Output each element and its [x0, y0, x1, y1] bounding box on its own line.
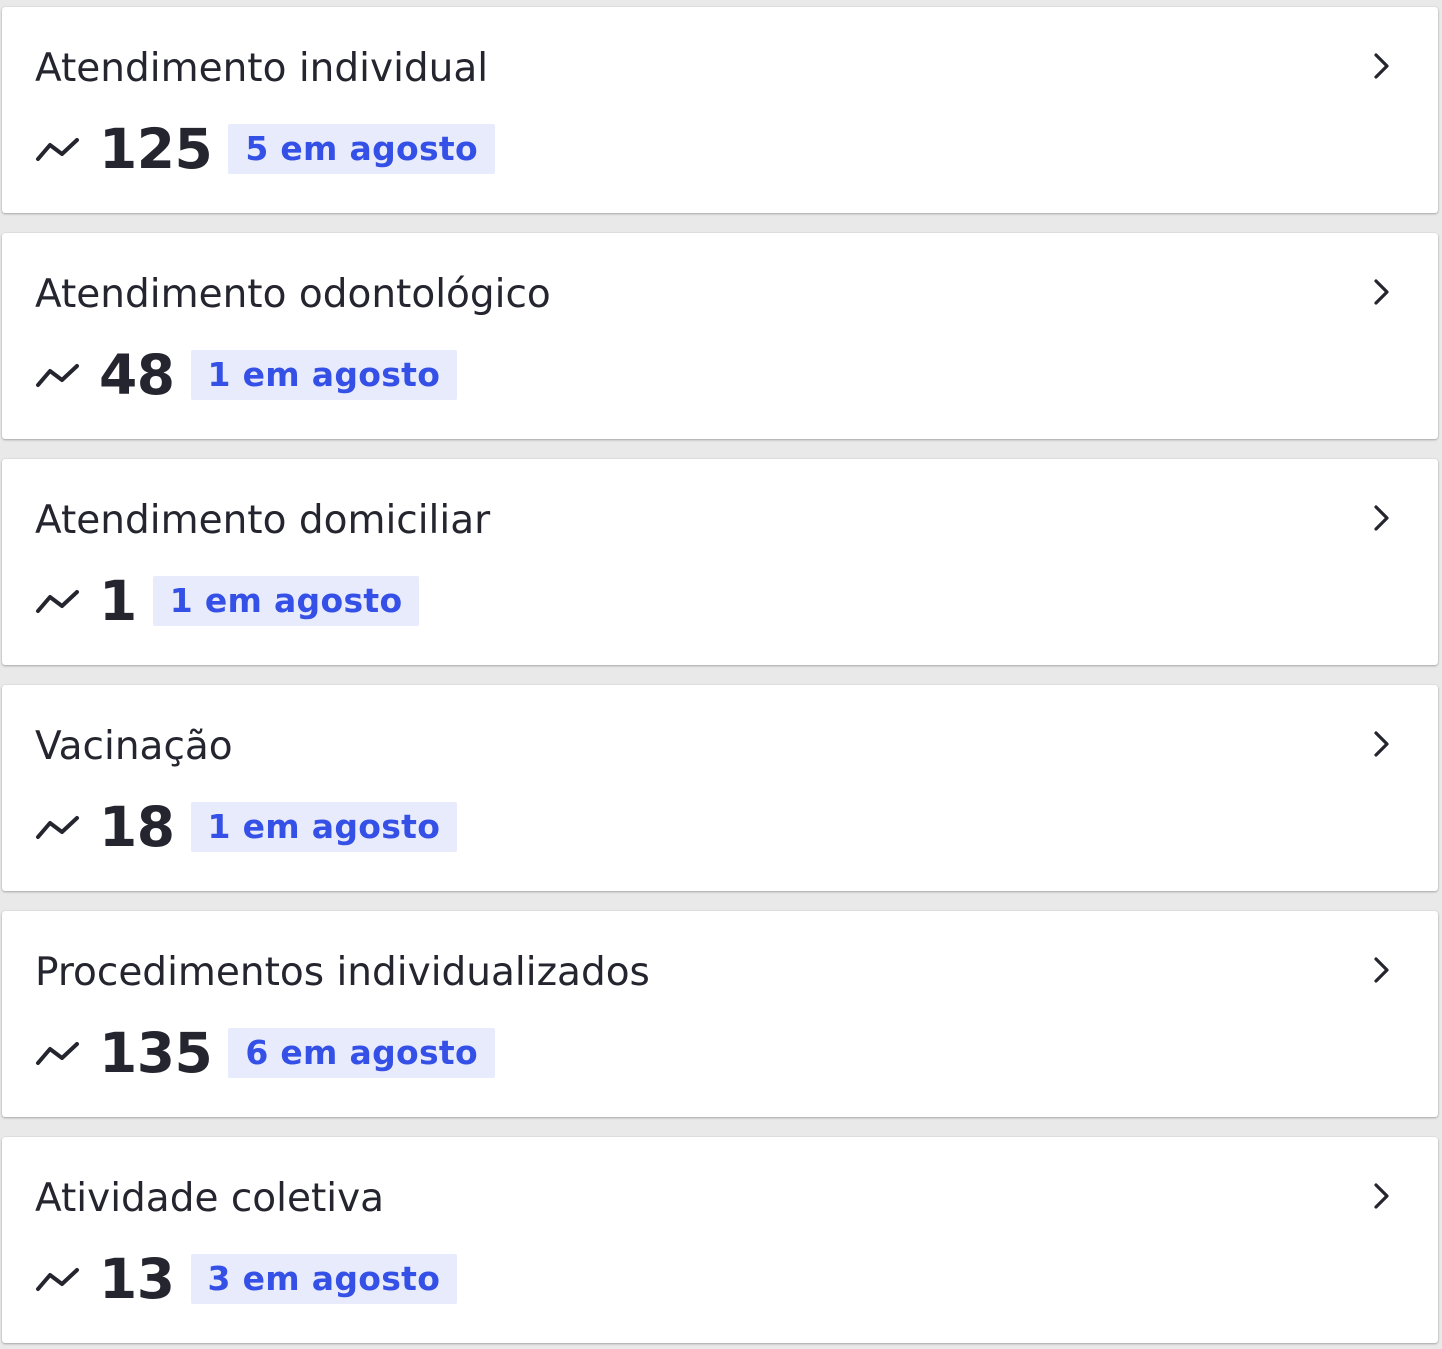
chevron-right-icon[interactable]	[1368, 51, 1396, 81]
chevron-right-icon[interactable]	[1368, 955, 1396, 985]
trending-line-icon	[35, 1264, 81, 1294]
monthly-badge: 3 em agosto	[190, 1254, 458, 1304]
monthly-badge: 6 em agosto	[228, 1028, 495, 1078]
chevron-right-icon[interactable]	[1368, 503, 1396, 533]
card-title: Procedimentos individualizados	[35, 950, 650, 995]
monthly-badge: 1 em agosto	[190, 802, 458, 852]
chevron-right-icon[interactable]	[1368, 729, 1396, 759]
card-stats: 18 1 em agosto	[35, 795, 458, 859]
card-stats: 48 1 em agosto	[35, 343, 458, 407]
card-atendimento-domiciliar[interactable]: Atendimento domiciliar 1 1 em agosto	[2, 459, 1438, 665]
monthly-badge: 1 em agosto	[190, 350, 458, 400]
trending-line-icon	[35, 1038, 81, 1068]
card-stats: 135 6 em agosto	[35, 1023, 495, 1083]
card-title: Atendimento domiciliar	[35, 498, 491, 543]
card-title: Atividade coletiva	[35, 1176, 385, 1221]
summary-card-list: Atendimento individual 125 5 em agosto A…	[0, 0, 1442, 1349]
trending-line-icon	[35, 134, 81, 164]
trending-line-icon	[35, 586, 81, 616]
card-title: Vacinação	[35, 724, 233, 769]
monthly-badge: 1 em agosto	[152, 576, 420, 626]
chevron-right-icon[interactable]	[1368, 1181, 1396, 1211]
monthly-badge: 5 em agosto	[228, 124, 495, 174]
card-atendimento-individual[interactable]: Atendimento individual 125 5 em agosto	[2, 7, 1438, 213]
card-count: 125	[99, 117, 213, 181]
card-title: Atendimento individual	[35, 46, 489, 91]
card-vacinacao[interactable]: Vacinação 18 1 em agosto	[2, 685, 1438, 891]
trending-line-icon	[35, 812, 81, 842]
card-atendimento-odontologico[interactable]: Atendimento odontológico 48 1 em agosto	[2, 233, 1438, 439]
card-stats: 13 3 em agosto	[35, 1247, 458, 1311]
card-count: 135	[99, 1021, 213, 1085]
chevron-right-icon[interactable]	[1368, 277, 1396, 307]
card-count: 1	[99, 569, 137, 633]
card-atividade-coletiva[interactable]: Atividade coletiva 13 3 em agosto	[2, 1137, 1438, 1343]
card-count: 13	[99, 1247, 175, 1311]
card-procedimentos-individualizados[interactable]: Procedimentos individualizados 135 6 em …	[2, 911, 1438, 1117]
card-count: 18	[99, 795, 175, 859]
trending-line-icon	[35, 360, 81, 390]
card-stats: 125 5 em agosto	[35, 119, 495, 179]
card-title: Atendimento odontológico	[35, 272, 551, 317]
card-count: 48	[99, 343, 175, 407]
card-stats: 1 1 em agosto	[35, 569, 420, 633]
